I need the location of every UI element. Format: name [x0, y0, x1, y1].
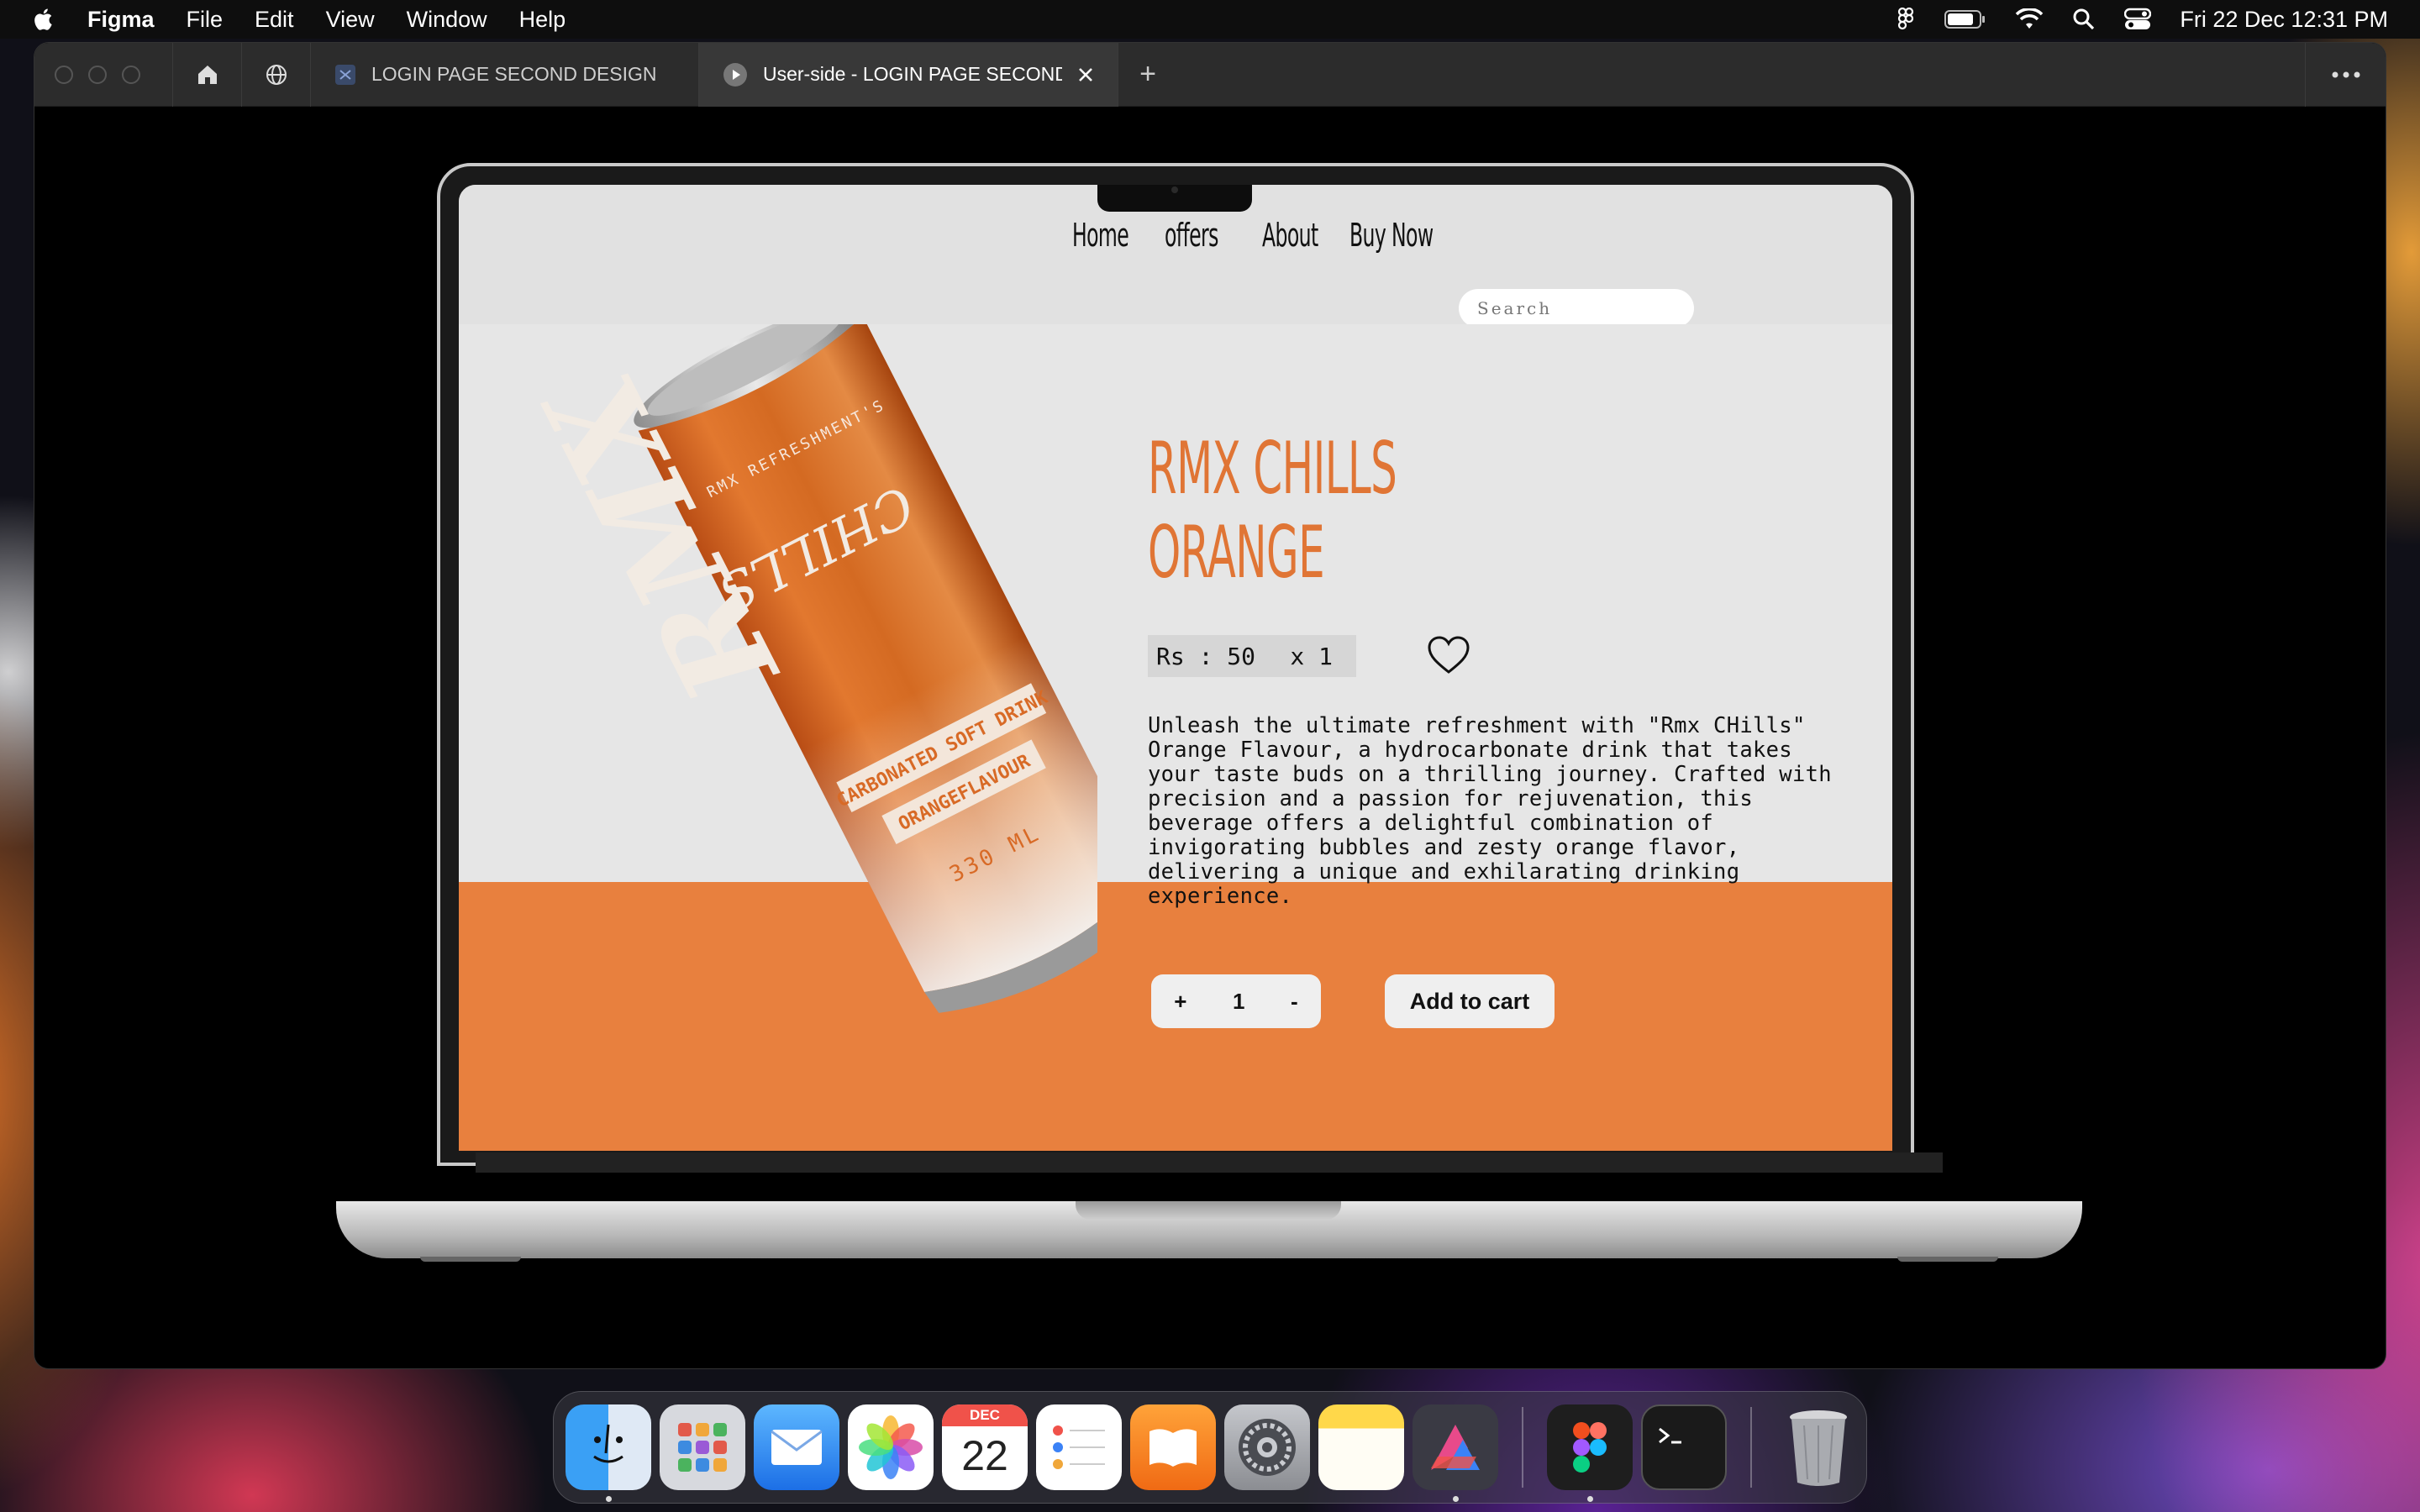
- calendar-day: 22: [961, 1432, 1008, 1479]
- nav-about[interactable]: About: [1262, 217, 1318, 254]
- tab-label: User-side - LOGIN PAGE SECOND DESIGN: [763, 63, 1062, 85]
- home-button[interactable]: [172, 43, 241, 107]
- launchpad-grid-icon: [678, 1423, 727, 1472]
- affinity-logo-icon: [1431, 1425, 1480, 1470]
- running-indicator: [606, 1496, 612, 1502]
- figma-logo-icon: [1573, 1422, 1607, 1473]
- gear-icon: [1239, 1419, 1296, 1476]
- envelope-icon: [771, 1430, 823, 1465]
- calendar-icon[interactable]: DEC 22: [942, 1404, 1028, 1490]
- finder-face-icon: [593, 1424, 623, 1463]
- menu-file[interactable]: File: [187, 7, 224, 33]
- laptop-foot: [420, 1257, 521, 1262]
- list-icon: [1053, 1425, 1105, 1469]
- dock: DEC 22: [553, 1391, 1867, 1504]
- laptop-hinge: [1076, 1201, 1341, 1220]
- increment-button[interactable]: +: [1174, 989, 1186, 1015]
- tab-design-file[interactable]: LOGIN PAGE SECOND DESIGN: [310, 43, 698, 107]
- figma-file-icon: [335, 64, 355, 85]
- laptop-bezel: [476, 1152, 1943, 1173]
- menu-bar: Figma File Edit View Window Help Fri 22 …: [0, 0, 2420, 39]
- reminders-icon[interactable]: [1036, 1404, 1122, 1490]
- minimize-window-button[interactable]: [88, 65, 107, 84]
- photos-flower-icon: [859, 1415, 923, 1479]
- affinity-icon[interactable]: [1413, 1404, 1498, 1502]
- close-tab-icon[interactable]: [1077, 66, 1094, 83]
- nav-buy-now[interactable]: Buy Now: [1349, 217, 1434, 254]
- terminal-icon[interactable]: [1641, 1404, 1727, 1490]
- photos-icon[interactable]: [848, 1404, 934, 1490]
- tab-prototype[interactable]: User-side - LOGIN PAGE SECOND DESIGN: [698, 43, 1118, 107]
- quantity-stepper: + 1 -: [1151, 974, 1321, 1028]
- wifi-icon[interactable]: [2015, 8, 2044, 30]
- globe-icon: [266, 64, 287, 85]
- finder-icon[interactable]: [566, 1404, 651, 1502]
- soda-can-illustration: RMX REFRESHMENT'S RMX CHILLS CARBONATED …: [517, 324, 1097, 1013]
- decrement-button[interactable]: -: [1291, 989, 1298, 1015]
- menu-app-name[interactable]: Figma: [87, 7, 155, 33]
- control-center-icon[interactable]: [2124, 8, 2152, 31]
- open-book-icon: [1150, 1429, 1197, 1467]
- close-window-button[interactable]: [55, 65, 73, 84]
- zoom-window-button[interactable]: [122, 65, 140, 84]
- new-tab-button[interactable]: +: [1118, 58, 1177, 91]
- home-icon: [197, 65, 217, 84]
- product-title-line2: ORANGE: [1148, 511, 1325, 595]
- camera-icon: [1171, 186, 1178, 193]
- product-description: Unleash the ultimate refreshment with "R…: [1148, 713, 1832, 909]
- running-indicator: [1453, 1496, 1459, 1502]
- apple-icon[interactable]: [32, 7, 57, 32]
- add-to-cart-button[interactable]: Add to cart: [1385, 974, 1555, 1028]
- ellipsis-icon: [2332, 71, 2360, 77]
- menu-view[interactable]: View: [326, 7, 375, 33]
- search-input[interactable]: Search: [1459, 289, 1694, 328]
- battery-icon[interactable]: [1944, 9, 1986, 29]
- price-box: Rs : 50 x 1: [1148, 635, 1356, 677]
- product-price: Rs : 50: [1156, 642, 1256, 670]
- mail-icon[interactable]: [754, 1404, 839, 1490]
- notes-icon[interactable]: [1318, 1404, 1404, 1490]
- books-icon[interactable]: [1130, 1404, 1216, 1490]
- terminal-prompt-icon: [1659, 1427, 1681, 1444]
- quantity-value: 1: [1233, 988, 1245, 1014]
- menu-edit[interactable]: Edit: [255, 7, 294, 33]
- dock-separator: [1750, 1407, 1752, 1488]
- community-button[interactable]: [241, 43, 310, 107]
- window-controls: [34, 65, 172, 84]
- product-can-image: RMX REFRESHMENT'S RMX CHILLS CARBONATED …: [459, 324, 1097, 1151]
- product-title: RMX CHILLS ORANGE: [1148, 427, 1397, 595]
- laptop-foot: [1897, 1257, 1998, 1262]
- play-icon: [723, 62, 747, 87]
- prototype-frame: Home offers About Buy Now Search RMX REF…: [459, 185, 1892, 1151]
- menu-window[interactable]: Window: [407, 7, 487, 33]
- calendar-month: DEC: [942, 1404, 1028, 1426]
- figma-icon[interactable]: [1547, 1404, 1633, 1502]
- more-options-button[interactable]: [2305, 43, 2386, 107]
- launchpad-icon[interactable]: [660, 1404, 745, 1490]
- trash-icon[interactable]: [1776, 1404, 1861, 1490]
- spotlight-search-icon[interactable]: [2072, 8, 2096, 31]
- laptop-notch: [1097, 185, 1252, 212]
- menubar-clock[interactable]: Fri 22 Dec 12:31 PM: [2180, 7, 2388, 33]
- figma-status-icon[interactable]: [1897, 7, 1916, 32]
- trash-can-icon: [1790, 1410, 1847, 1486]
- system-settings-icon[interactable]: [1224, 1404, 1310, 1490]
- product-title-line1: RMX CHILLS: [1148, 427, 1397, 511]
- nav-home[interactable]: Home: [1072, 217, 1129, 254]
- product-qty: x 1: [1290, 642, 1333, 670]
- tab-label: LOGIN PAGE SECOND DESIGN: [371, 63, 657, 85]
- dock-separator: [1522, 1407, 1523, 1488]
- running-indicator: [1587, 1496, 1593, 1502]
- heart-icon[interactable]: [1427, 635, 1470, 675]
- tab-bar: LOGIN PAGE SECOND DESIGN User-side - LOG…: [34, 43, 2386, 107]
- menu-help[interactable]: Help: [519, 7, 566, 33]
- nav-offers[interactable]: offers: [1165, 217, 1218, 254]
